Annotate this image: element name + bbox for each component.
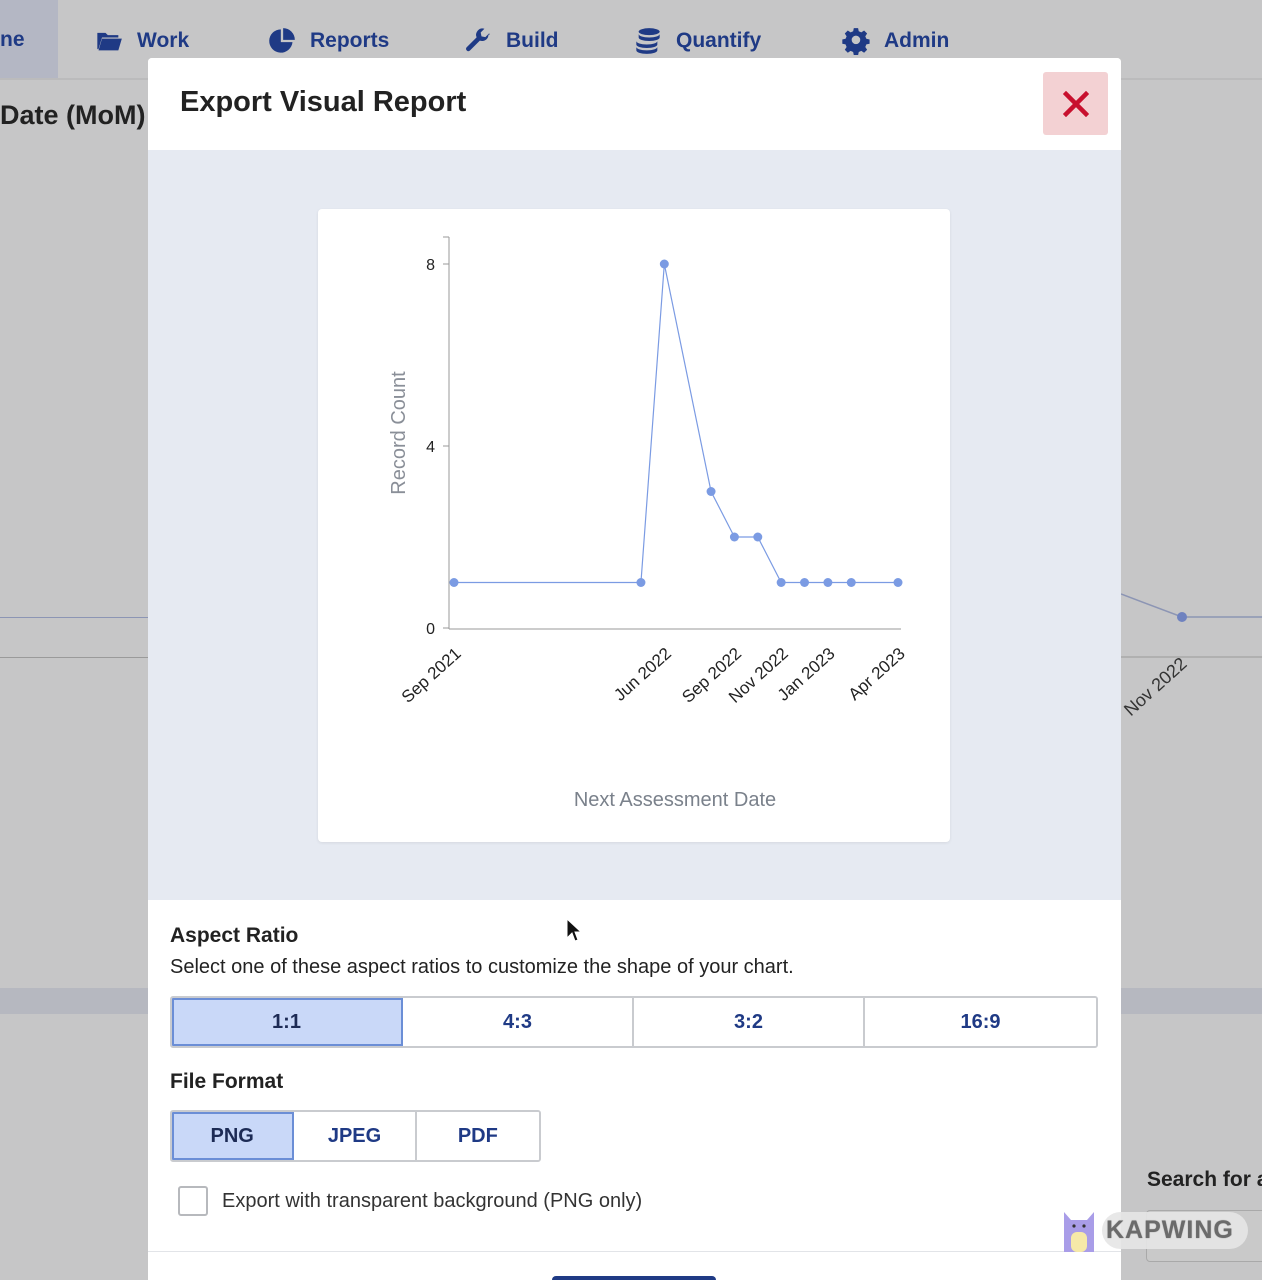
aspect-ratio-label: Aspect Ratio <box>170 924 299 947</box>
nav-item-work[interactable]: Work <box>95 24 189 58</box>
close-button[interactable] <box>1043 72 1108 135</box>
aspect-ratio-description: Select one of these aspect ratios to cus… <box>170 956 794 978</box>
watermark-text: KAPWING <box>1102 1211 1248 1249</box>
format-option-pdf[interactable]: PDF <box>416 1112 539 1160</box>
transparent-background-row: Export with transparent background (PNG … <box>178 1186 1100 1216</box>
wrench-icon <box>466 28 490 52</box>
modal-header: Export Visual Report <box>148 58 1121 150</box>
background-series-line <box>0 617 148 618</box>
background-band <box>0 988 148 1014</box>
nav-item-label: Quantify <box>676 29 762 52</box>
transparent-background-checkbox[interactable] <box>178 1186 208 1216</box>
modal-footer-divider <box>148 1251 1121 1252</box>
y-tick-label: 4 <box>426 439 435 456</box>
y-tick-label: 0 <box>426 621 435 638</box>
data-point <box>776 578 786 587</box>
data-point <box>800 578 810 587</box>
y-axis-title: Record Count <box>388 371 410 495</box>
coins-icon <box>636 28 660 54</box>
nav-item-label: Admin <box>884 29 950 52</box>
transparent-background-label: Export with transparent background (PNG … <box>222 1189 643 1212</box>
gear-icon <box>842 28 870 55</box>
nav-item-build[interactable]: Build <box>464 24 559 58</box>
x-tick-label: Sep 2021 <box>398 644 465 707</box>
nav-item-home[interactable]: ne <box>0 0 58 78</box>
modal-title: Export Visual Report <box>180 86 467 118</box>
folder-icon <box>97 32 122 51</box>
chart-card: 0 4 8 Sep 2021 Jun 2022 Sep 2022 Nov 2022 Jan 2… <box>318 209 950 842</box>
data-point <box>449 578 459 587</box>
nav-item-label: Reports <box>310 29 390 52</box>
file-format-label: File Format <box>170 1070 284 1093</box>
aspect-option-4-3[interactable]: 4:3 <box>403 998 634 1046</box>
format-option-png[interactable]: PNG <box>172 1112 295 1160</box>
nav-item-reports[interactable]: Reports <box>268 24 389 58</box>
chart-preview-area: 0 4 8 Sep 2021 Jun 2022 Sep 2022 Nov 2022 Jan 2… <box>148 150 1121 900</box>
x-axis-title: Next Assessment Date <box>574 789 776 811</box>
data-point <box>706 487 716 496</box>
format-option-jpeg[interactable]: JPEG <box>294 1112 417 1160</box>
series-line <box>454 263 898 584</box>
nav-item-quantify[interactable]: Quantify <box>634 24 761 58</box>
pie-chart-icon <box>269 28 295 53</box>
aspect-option-16-9[interactable]: 16:9 <box>865 998 1096 1046</box>
data-point <box>636 578 646 587</box>
x-tick-label: Apr 2023 <box>845 644 909 704</box>
y-tick-label: 8 <box>426 257 435 274</box>
export-options: Aspect Ratio Select one of these aspect … <box>170 924 1100 1216</box>
aspect-ratio-selector: 1:1 4:3 3:2 16:9 <box>170 996 1098 1048</box>
background-page-title: Date (MoM) <box>0 100 146 130</box>
data-point <box>893 578 903 587</box>
file-format-selector: PNG JPEG PDF <box>170 1110 541 1162</box>
export-button[interactable] <box>552 1276 716 1280</box>
data-point <box>846 578 856 587</box>
data-point <box>659 259 669 269</box>
nav-item-label: Work <box>137 29 190 52</box>
kapwing-logo-icon <box>1064 1212 1094 1252</box>
x-tick-label: Jun 2022 <box>610 644 675 705</box>
background-search-label: Search for a <box>1147 1168 1262 1191</box>
aspect-option-1-1[interactable]: 1:1 <box>172 998 403 1046</box>
nav-item-admin[interactable]: Admin <box>842 24 949 58</box>
nav-item-home-label: ne <box>0 28 25 51</box>
data-point <box>729 532 739 542</box>
data-point <box>753 532 763 542</box>
background-x-tick: Nov 2022 <box>1120 653 1191 720</box>
mouse-cursor-icon <box>566 918 582 942</box>
nav-item-label: Build <box>506 29 559 52</box>
background-axis-line <box>0 657 148 658</box>
aspect-option-3-2[interactable]: 3:2 <box>634 998 865 1046</box>
background-band <box>1121 988 1262 1014</box>
export-visual-report-modal: Export Visual Report 0 4 8 Sep 2021 Jun 2022… <box>148 58 1121 1280</box>
background-chart-line <box>1121 593 1262 658</box>
line-chart: 048Sep 2021 Jun 2022 Sep 2022Nov 2022Jan 2… <box>388 236 909 811</box>
data-point <box>823 578 833 587</box>
close-icon <box>1062 90 1089 117</box>
kapwing-watermark: KAPWING <box>1062 1206 1248 1254</box>
